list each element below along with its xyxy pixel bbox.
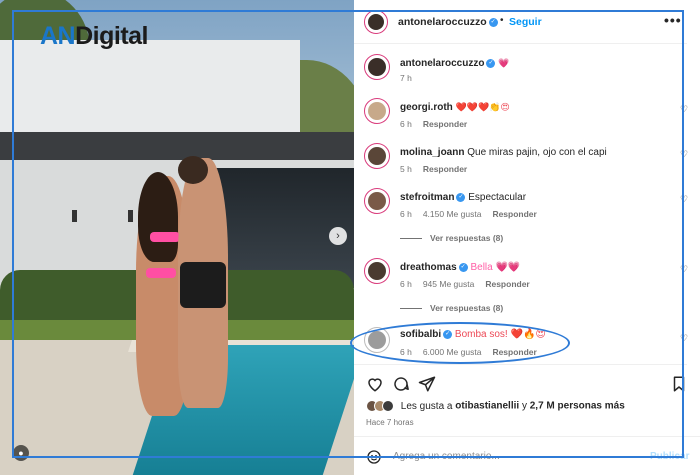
- bookmark-icon[interactable]: [670, 375, 688, 393]
- comment-text: molina_joann Que miras pajin, ojo con el…: [400, 147, 607, 158]
- avatar[interactable]: [364, 98, 390, 124]
- reply-button[interactable]: Responder: [485, 279, 529, 289]
- comment-input[interactable]: Agrega un comentario...: [393, 451, 500, 462]
- likes-middle: y: [519, 400, 530, 412]
- more-icon[interactable]: •••: [664, 12, 682, 28]
- post-time: Hace 7 horas: [366, 418, 414, 427]
- view-replies-button[interactable]: Ver respuestas (8): [400, 233, 503, 243]
- post-actions: [354, 364, 687, 400]
- emoji-icon[interactable]: [366, 449, 382, 465]
- post-photo[interactable]: › ●: [0, 0, 354, 475]
- verified-icon: ✓: [458, 262, 468, 272]
- share-icon[interactable]: [418, 375, 436, 393]
- likes-count[interactable]: 2,7 M personas más: [530, 401, 625, 412]
- follow-button[interactable]: Seguir: [509, 16, 542, 28]
- heart-icon[interactable]: [366, 375, 384, 393]
- likes-prefix: Les gusta a: [400, 400, 456, 412]
- heart-icon[interactable]: ♡: [680, 104, 688, 115]
- watermark-logo: ANDigital: [40, 22, 149, 50]
- comment-text: sofibalbi ✓ Bomba sos! ❤️🔥😍: [400, 329, 546, 340]
- caption-time: 7 h: [400, 73, 412, 83]
- view-replies-button[interactable]: Ver respuestas (8): [400, 303, 503, 313]
- heart-icon[interactable]: ♡: [680, 194, 688, 205]
- photo-lamp: [72, 210, 77, 222]
- comment-meta: 5 h Responder: [400, 164, 468, 174]
- comment-text: stefroitman ✓ Espectacular: [400, 192, 527, 203]
- comment-meta: 6 h 945 Me gusta Responder: [400, 279, 530, 289]
- comment-meta: 6 h Responder: [400, 119, 468, 129]
- avatar[interactable]: [364, 143, 390, 169]
- comments-panel: antonelaroccuzzo ✓ • Seguir ••• antonelar…: [354, 0, 700, 475]
- photo-bikini-bottom: [146, 268, 176, 278]
- reply-button[interactable]: Responder: [492, 347, 536, 357]
- comment-icon[interactable]: [392, 375, 410, 393]
- photo-lamp: [128, 210, 133, 222]
- photo-person-hair: [178, 156, 208, 184]
- likes-user[interactable]: otibastianellii: [455, 401, 519, 412]
- author-username[interactable]: antonelaroccuzzo ✓: [398, 16, 498, 28]
- heart-icon[interactable]: ♡: [680, 333, 688, 344]
- comment-text: georgi.roth ❤️❤️❤️👏😍: [400, 102, 510, 113]
- verified-icon: ✓: [456, 192, 466, 202]
- avatar[interactable]: [364, 327, 390, 353]
- comment-likes[interactable]: 6.000 Me gusta: [423, 347, 482, 357]
- reply-button[interactable]: Responder: [492, 209, 536, 219]
- publish-button[interactable]: Publicar: [650, 451, 689, 462]
- photo-house: [0, 40, 300, 135]
- add-comment-bar: Agrega un comentario... Publicar: [354, 436, 700, 475]
- chevron-right-icon[interactable]: ›: [329, 227, 347, 245]
- likes-summary: Les gusta a otibastianellii y 2,7 M pers…: [366, 400, 625, 412]
- user-tag-icon[interactable]: ●: [13, 445, 29, 461]
- comment-likes[interactable]: 945 Me gusta: [423, 279, 475, 289]
- avatar[interactable]: [364, 10, 388, 34]
- comment-meta: 6 h 6.000 Me gusta Responder: [400, 347, 537, 357]
- comment-likes[interactable]: 4.150 Me gusta: [423, 209, 482, 219]
- photo-person-hair: [138, 172, 178, 262]
- post-header: antonelaroccuzzo ✓ • Seguir •••: [354, 0, 687, 44]
- comment-meta: 6 h 4.150 Me gusta Responder: [400, 209, 537, 219]
- separator-dot: •: [500, 15, 504, 26]
- verified-icon: ✓: [488, 17, 498, 27]
- avatar[interactable]: [364, 188, 390, 214]
- avatar: [382, 400, 394, 412]
- photo-bikini-top: [150, 232, 180, 242]
- heart-icon[interactable]: ♡: [680, 264, 688, 275]
- comment-text: dreathomas ✓ Bella 💗💗: [400, 262, 521, 273]
- verified-icon: ✓: [486, 58, 496, 68]
- caption-text: antonelaroccuzzo ✓ 💗: [400, 58, 510, 69]
- photo-shorts: [180, 262, 226, 308]
- reply-button[interactable]: Responder: [423, 164, 467, 174]
- avatar[interactable]: [364, 258, 390, 284]
- photo-house-roof: [0, 132, 354, 160]
- verified-icon: ✓: [443, 329, 453, 339]
- reply-button[interactable]: Responder: [423, 119, 467, 129]
- heart-icon[interactable]: ♡: [680, 149, 688, 160]
- avatar[interactable]: [364, 54, 390, 80]
